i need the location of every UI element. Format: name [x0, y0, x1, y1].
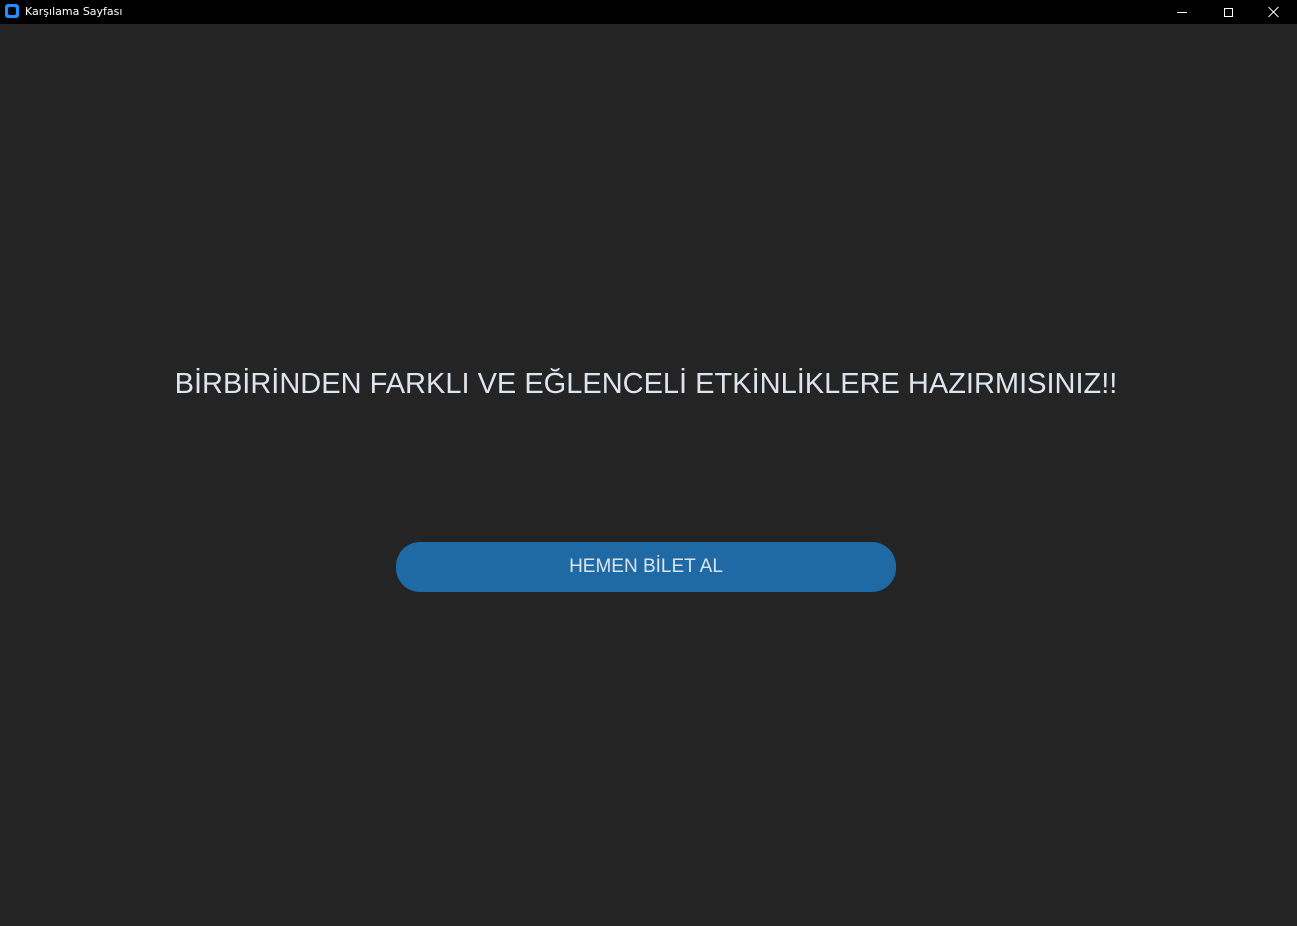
minimize-button[interactable]	[1159, 0, 1205, 24]
window-title: Karşılama Sayfası	[25, 5, 123, 18]
minimize-icon	[1177, 11, 1187, 13]
maximize-icon	[1223, 7, 1233, 17]
app-icon	[5, 4, 19, 18]
welcome-headline: BİRBİRİNDEN FARKLI VE EĞLENCELİ ETKİNLİK…	[174, 368, 1118, 400]
title-bar[interactable]: Karşılama Sayfası	[0, 0, 1297, 24]
close-button[interactable]	[1251, 0, 1297, 24]
app-window: Karşılama Sayfası BİRBİRİNDEN FARKLI VE …	[0, 0, 1297, 926]
buy-ticket-button[interactable]: HEMEN BİLET AL	[396, 542, 896, 592]
close-icon	[1268, 6, 1280, 18]
buy-ticket-label: HEMEN BİLET AL	[569, 556, 723, 577]
maximize-button[interactable]	[1205, 0, 1251, 24]
